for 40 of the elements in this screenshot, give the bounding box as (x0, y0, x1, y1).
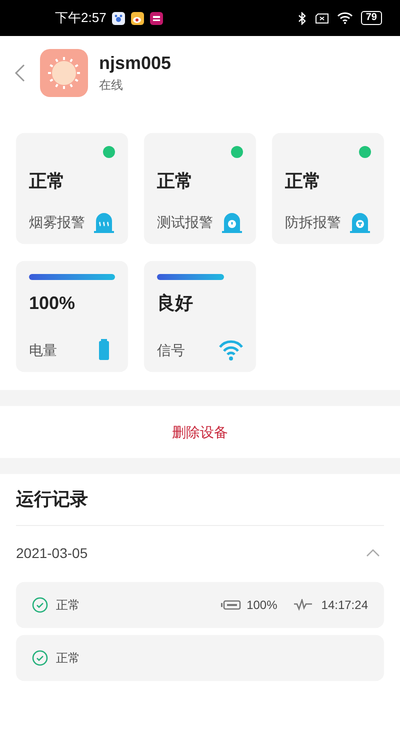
status-label: 信号 (157, 340, 185, 360)
status-value: 正常 (285, 170, 322, 193)
pulse-icon (293, 599, 314, 611)
smoke-alarm-icon (93, 210, 115, 234)
chevron-icon (366, 549, 380, 557)
date-row[interactable]: 2021-03-05 (16, 526, 384, 580)
level-bar (157, 274, 224, 280)
battery-icon (220, 600, 241, 610)
wifi-icon (219, 338, 243, 362)
delete-device-button[interactable]: 删除设备 (172, 422, 228, 442)
bluetooth-icon (298, 12, 307, 24)
sim-card-icon (314, 12, 329, 24)
status-label: 测试报警 (157, 212, 213, 232)
alarm-bell-icon (349, 210, 371, 234)
check-circle-icon (32, 650, 48, 666)
status-value: 正常 (157, 170, 194, 193)
check-circle-icon (32, 597, 48, 613)
app-icon (112, 12, 126, 24)
record-status: 正常 (56, 597, 80, 614)
status-value: 良好 (157, 292, 194, 315)
battery-indicator: 79 (360, 11, 382, 25)
section-title: 运行记录 (16, 474, 384, 526)
record-status: 正常 (56, 650, 80, 667)
status-time: 下午2:57 (55, 9, 106, 28)
wifi-icon (336, 12, 353, 24)
back-icon[interactable] (14, 63, 26, 83)
record-battery: 100% (246, 597, 278, 614)
device-status: 在线 (99, 77, 124, 94)
device-avatar (40, 49, 88, 97)
date-label: 2021-03-05 (16, 544, 88, 562)
status-label: 电量 (29, 340, 57, 360)
record-time: 14:17:24 (321, 597, 368, 614)
app-icon (131, 12, 144, 24)
status-value: 100% (29, 292, 76, 315)
status-label: 防拆报警 (285, 212, 341, 232)
alarm-bell-icon (221, 210, 243, 234)
status-value: 正常 (29, 170, 66, 193)
device-name: njsm005 (99, 52, 172, 74)
app-icon (150, 12, 164, 24)
status-label: 烟雾报警 (29, 212, 85, 232)
